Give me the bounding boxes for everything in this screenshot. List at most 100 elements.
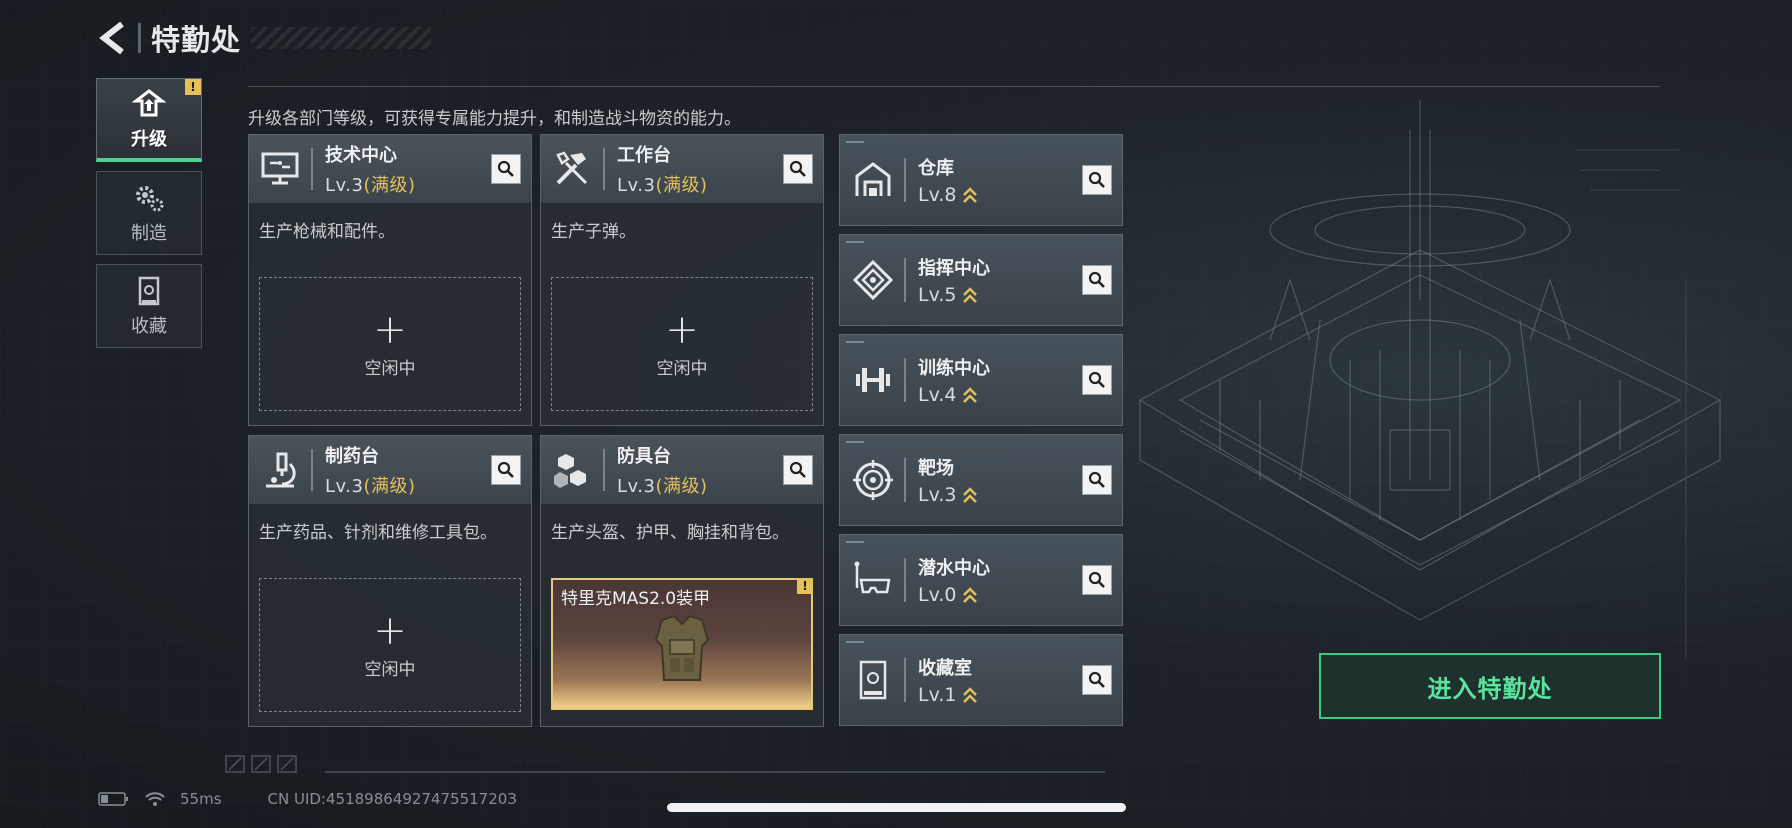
- level-value: Lv.8: [918, 184, 957, 206]
- slot-status: 空闲中: [364, 659, 416, 680]
- production-slot-item[interactable]: 特里克MAS2.0装甲 !: [551, 578, 813, 710]
- facility-collection-room[interactable]: 收藏室 Lv.1: [839, 634, 1123, 726]
- armor-vest-icon: [654, 614, 710, 681]
- home-indicator[interactable]: [667, 803, 1126, 812]
- card-workbench: 工作台 Lv.3(满级) 生产子弹。 + 空闲中: [540, 134, 824, 426]
- facility-name: 技术中心: [325, 145, 397, 166]
- tab-collection[interactable]: 收藏: [96, 264, 202, 348]
- side-tabs: ! 升级 制造 收藏: [96, 78, 202, 357]
- production-slot[interactable]: + 空闲中: [259, 578, 521, 712]
- separator: [904, 158, 906, 202]
- slot-status: 空闲中: [364, 358, 416, 379]
- search-icon: [497, 461, 514, 478]
- diving-mask-icon: [850, 557, 896, 603]
- tab-craft[interactable]: 制造: [96, 171, 202, 255]
- search-icon: [1088, 271, 1105, 288]
- upgrade-chevron-icon: [963, 287, 978, 303]
- facility-shooting-range[interactable]: 靶场 Lv.3: [839, 434, 1123, 526]
- upgrade-chevron-icon: [963, 687, 978, 703]
- card-tech-center: 技术中心 Lv.3(满级) 生产枪械和配件。 + 空闲中: [248, 134, 532, 426]
- inspect-button[interactable]: [1082, 465, 1112, 495]
- upgrade-chevron-icon: [963, 187, 978, 203]
- separator: [904, 358, 906, 402]
- inspect-button[interactable]: [1082, 365, 1112, 395]
- max-level-tag: (满级): [363, 476, 416, 497]
- title-decoration: [251, 27, 432, 49]
- facility-training-center[interactable]: 训练中心 Lv.4: [839, 334, 1123, 426]
- target-icon: [850, 457, 896, 503]
- facility-info: 潜水中心 Lv.0: [918, 554, 990, 606]
- production-slot[interactable]: + 空闲中: [551, 277, 813, 411]
- computer-icon: [257, 146, 303, 192]
- search-icon: [1088, 371, 1105, 388]
- card-armor-bench: 防具台 Lv.3(满级) 生产头盔、护甲、胸挂和背包。 特里克MAS2.0装甲 …: [540, 435, 824, 727]
- status-bar: 55ms CN UID:4518986492747551720З: [98, 790, 531, 808]
- user-uid: CN UID:4518986492747551720З: [267, 790, 517, 808]
- card-title-block: 技术中心 Lv.3(满级): [325, 141, 416, 197]
- card-pharmacy: 制药台 Lv.3(满级) 生产药品、针剂和维修工具包。 + 空闲中: [248, 435, 532, 727]
- inspect-button[interactable]: [1082, 165, 1112, 195]
- facility-name: 潜水中心: [918, 558, 990, 579]
- card-header: 防具台 Lv.3(满级): [541, 436, 823, 504]
- header: 特勤处: [96, 18, 432, 58]
- facility-name: 收藏室: [918, 658, 972, 679]
- collection-room-icon: [850, 657, 896, 703]
- search-icon: [1088, 171, 1105, 188]
- facility-diving-center[interactable]: 潜水中心 Lv.0: [839, 534, 1123, 626]
- inspect-button[interactable]: [783, 455, 813, 485]
- upgrade-chevron-icon: [963, 487, 978, 503]
- inspect-button[interactable]: [491, 154, 521, 184]
- card-title-block: 防具台 Lv.3(满级): [617, 442, 708, 498]
- card-description: 生产头盔、护甲、胸挂和背包。: [551, 523, 789, 543]
- facility-info: 仓库 Lv.8: [918, 154, 978, 206]
- upgrade-chevron-icon: [963, 387, 978, 403]
- facility-info: 训练中心 Lv.4: [918, 354, 990, 406]
- facility-level: Lv.3(满级): [617, 472, 708, 498]
- header-separator: [603, 449, 605, 491]
- back-button[interactable]: [96, 18, 132, 58]
- tab-label: 升级: [131, 128, 167, 150]
- search-icon: [1088, 571, 1105, 588]
- item-name: 特里克MAS2.0装甲: [561, 589, 711, 609]
- facility-level: Lv.8: [918, 184, 978, 206]
- card-title-block: 工作台 Lv.3(满级): [617, 141, 708, 197]
- facility-name: 训练中心: [918, 358, 990, 379]
- cubes-icon: [549, 447, 595, 493]
- search-icon: [789, 461, 806, 478]
- search-icon: [1088, 671, 1105, 688]
- facility-level: Lv.0: [918, 584, 990, 606]
- card-description: 生产枪械和配件。: [259, 222, 395, 242]
- collection-icon: [129, 274, 169, 308]
- separator: [904, 658, 906, 702]
- level-value: Lv.3: [918, 484, 957, 506]
- header-separator: [138, 23, 141, 53]
- upgrade-description: 升级各部门等级，可获得专属能力提升，和制造战斗物资的能力。: [248, 109, 741, 129]
- facility-name: 工作台: [617, 145, 671, 166]
- facility-level: Lv.1: [918, 684, 978, 706]
- upgrade-icon: [129, 87, 169, 121]
- facility-name: 指挥中心: [918, 258, 990, 279]
- inspect-button[interactable]: [1082, 265, 1112, 295]
- header-separator: [311, 148, 313, 190]
- inspect-button[interactable]: [1082, 665, 1112, 695]
- facility-command-center[interactable]: 指挥中心 Lv.5: [839, 234, 1123, 326]
- production-slot[interactable]: + 空闲中: [259, 277, 521, 411]
- tab-upgrade[interactable]: ! 升级: [96, 78, 202, 162]
- enter-button-label: 进入特勤处: [1427, 674, 1553, 703]
- gears-icon: [129, 181, 169, 215]
- enter-special-ops-button[interactable]: 进入特勤处: [1319, 653, 1661, 719]
- inspect-button[interactable]: [1082, 565, 1112, 595]
- max-level-tag: (满级): [655, 175, 708, 196]
- facility-warehouse[interactable]: 仓库 Lv.8: [839, 134, 1123, 226]
- facility-name: 制药台: [325, 446, 379, 467]
- inspect-button[interactable]: [783, 154, 813, 184]
- card-header: 技术中心 Lv.3(满级): [249, 135, 531, 203]
- plus-icon: +: [373, 306, 407, 353]
- facility-name: 防具台: [617, 446, 671, 467]
- inspect-button[interactable]: [491, 455, 521, 485]
- separator: [904, 458, 906, 502]
- search-icon: [789, 160, 806, 177]
- card-header: 制药台 Lv.3(满级): [249, 436, 531, 504]
- back-arrow-icon: [99, 21, 124, 55]
- level-value: Lv.3: [617, 476, 656, 497]
